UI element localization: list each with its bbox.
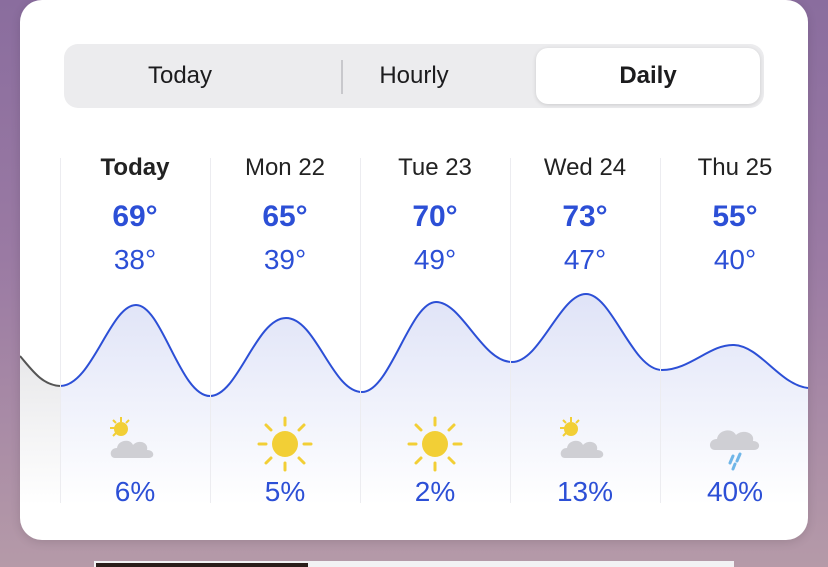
low-temp: 40° (713, 244, 757, 275)
sun-icon (257, 416, 313, 472)
background-thumbnail-image (96, 563, 308, 567)
day-label: Thu 25 (697, 154, 773, 181)
sun-icon (407, 416, 463, 472)
high-temp: 55° (712, 200, 758, 233)
partly-sunny-cloud-icon (560, 417, 604, 458)
precip-chance: 13% (556, 476, 614, 507)
low-temp: 38° (113, 244, 157, 275)
high-temp: 65° (262, 200, 308, 233)
day-label: Wed 24 (543, 154, 627, 181)
precip-chance: 40% (706, 476, 764, 507)
low-temp: 47° (563, 244, 607, 275)
day-label: Mon 22 (244, 154, 326, 181)
weather-card: Today Hourly Daily Today 69° 38° 6% Mon … (20, 0, 808, 540)
high-temp: 73° (562, 200, 608, 233)
precip-chance: 6% (114, 476, 156, 507)
rain-cloud-icon (709, 430, 760, 471)
partly-sunny-cloud-icon (110, 417, 154, 458)
high-temp: 69° (112, 200, 158, 233)
high-temp: 70° (412, 200, 458, 233)
low-temp: 39° (263, 244, 307, 275)
low-temp: 49° (413, 244, 457, 275)
day-label: Today (100, 154, 170, 181)
precip-chance: 2% (414, 476, 456, 507)
day-label: Tue 23 (398, 154, 472, 181)
precip-chance: 5% (264, 476, 306, 507)
